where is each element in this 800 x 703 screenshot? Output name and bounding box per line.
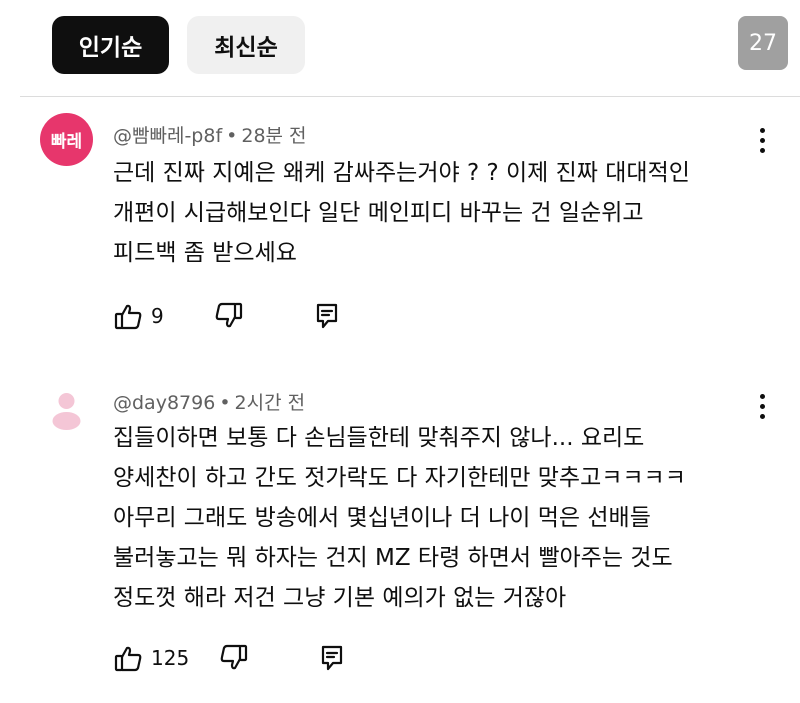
reply-icon xyxy=(317,643,347,673)
reply-button[interactable] xyxy=(317,643,347,673)
default-avatar-icon xyxy=(52,393,81,430)
dislike-button[interactable] xyxy=(219,643,249,673)
avatar-label: 빠레 xyxy=(50,132,83,152)
sort-popular-chip[interactable]: 인기순 xyxy=(52,16,169,74)
comment-time[interactable]: 28분 전 xyxy=(241,125,306,147)
comment-actions: 9 xyxy=(113,298,342,334)
comment-meta: @day8796 • 2시간 전 xyxy=(113,388,305,415)
like-count: 125 xyxy=(151,646,190,670)
comment-actions: 125 xyxy=(113,640,347,676)
more-vertical-icon[interactable] xyxy=(750,122,774,158)
sort-bar: 인기순 최신순 27 xyxy=(0,0,800,92)
avatar[interactable] xyxy=(40,379,93,432)
comment-author[interactable]: @빰빠레-p8f xyxy=(113,125,222,147)
meta-separator: • xyxy=(226,125,238,147)
comment-text: 집들이하면 보통 다 손님들한테 맞춰주지 않나... 요리도 양세찬이 하고 … xyxy=(113,425,686,611)
thumbs-up-icon xyxy=(113,301,143,331)
thumbs-up-icon xyxy=(113,643,143,673)
dislike-button[interactable] xyxy=(214,301,244,331)
more-vertical-icon[interactable] xyxy=(750,388,774,424)
comment-time[interactable]: 2시간 전 xyxy=(235,392,306,414)
reply-icon xyxy=(312,301,342,331)
thumbs-down-icon xyxy=(214,301,244,331)
comment-count-badge: 27 xyxy=(738,16,788,70)
sort-latest-chip[interactable]: 최신순 xyxy=(187,16,305,74)
like-button[interactable]: 9 xyxy=(113,301,164,331)
reply-button[interactable] xyxy=(312,301,342,331)
comment-meta: @빰빠레-p8f • 28분 전 xyxy=(113,121,307,148)
avatar[interactable]: 빠레 xyxy=(40,113,93,166)
like-button[interactable]: 125 xyxy=(113,643,189,673)
comment-text: 근데 진짜 지예은 왜케 감싸주는거야 ? ? 이제 진짜 대대적인 개편이 시… xyxy=(113,160,690,266)
meta-separator: • xyxy=(219,392,231,414)
like-count: 9 xyxy=(151,304,164,328)
comment-author[interactable]: @day8796 xyxy=(113,392,215,414)
divider xyxy=(20,96,800,97)
thumbs-down-icon xyxy=(219,643,249,673)
